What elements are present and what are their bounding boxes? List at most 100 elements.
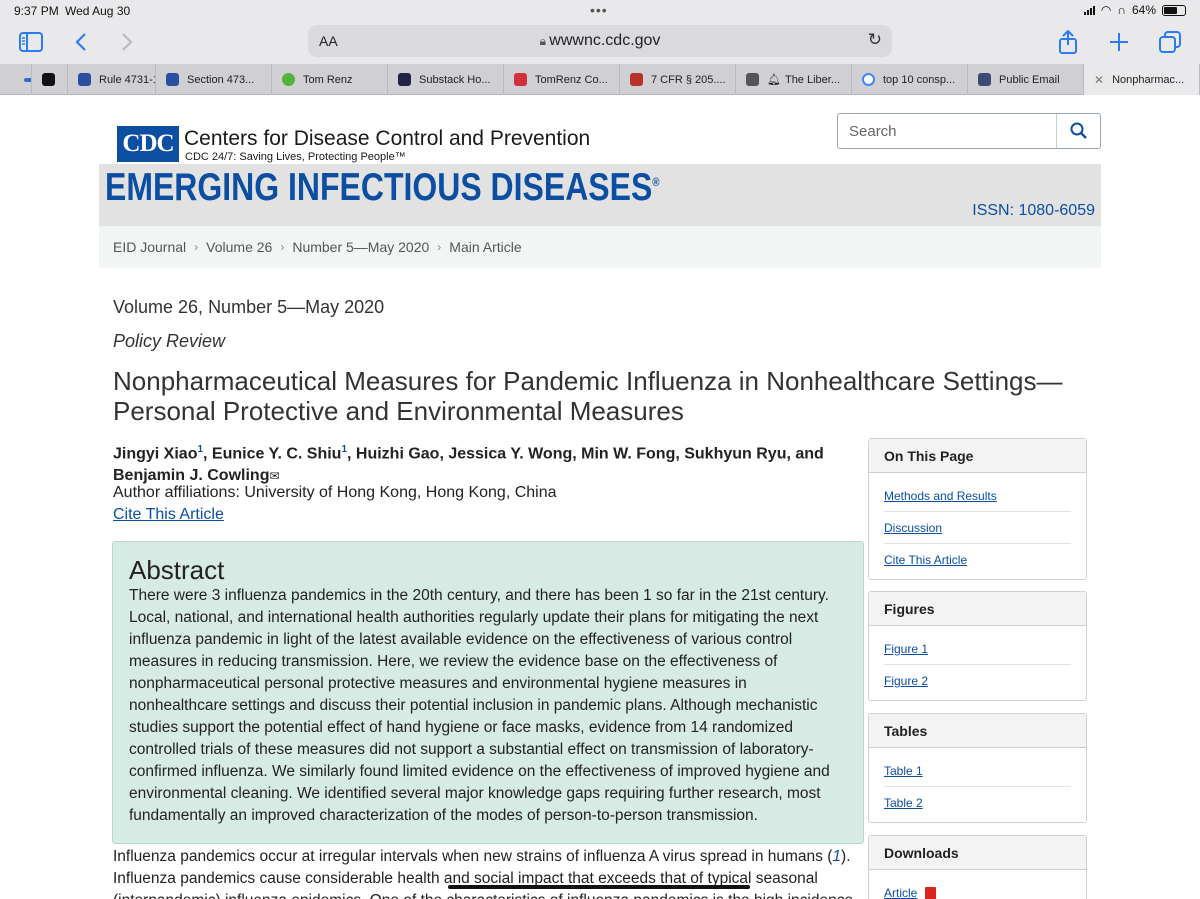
pdf-icon — [925, 886, 937, 899]
forward-icon[interactable] — [112, 28, 142, 56]
tab-favicon — [78, 73, 91, 86]
chevron-right-icon: › — [194, 240, 199, 254]
cdc-name: Centers for Disease Control and Preventi… — [184, 127, 591, 150]
wifi-icon: ◠ — [1100, 3, 1112, 17]
link-figure-1[interactable]: Figure 1 — [884, 633, 1071, 665]
battery-icon — [1162, 4, 1186, 16]
tabs-overview-icon[interactable] — [1155, 28, 1185, 56]
abstract-box: Abstract There were 3 influenza pandemic… — [112, 541, 864, 844]
address-bar[interactable]: AA 🔒︎ wwwnc.cdc.gov ↻ — [308, 25, 892, 57]
browser-toolbar: AA 🔒︎ wwwnc.cdc.gov ↻ — [0, 22, 1200, 64]
tab-label: Section 473... — [187, 73, 255, 86]
search-input[interactable]: Search — [837, 113, 1101, 149]
cdc-logo[interactable]: CDC — [117, 126, 179, 162]
search-placeholder: Search — [849, 123, 897, 140]
author-affiliations: Author affiliations: University of Hong … — [113, 484, 557, 501]
panel-title: On This Page — [869, 439, 1086, 473]
tab-public-email[interactable]: Public Email — [968, 64, 1084, 95]
abstract-text: There were 3 influenza pandemics in the … — [129, 587, 830, 824]
breadcrumb-main-article: Main Article — [449, 239, 522, 255]
tab-tom-renz[interactable]: Tom Renz — [272, 64, 388, 95]
volume-label: Volume 26, Number 5—May 2020 — [113, 297, 385, 317]
figures-panel: Figures Figure 1 Figure 2 — [868, 591, 1087, 701]
downloads-panel: Downloads Article — [868, 835, 1087, 899]
email-icon[interactable]: ✉ — [269, 469, 279, 483]
tab-rule[interactable]: Rule 4731-1... — [68, 64, 156, 95]
tab-tomrenz-co[interactable]: TomRenz Co... — [504, 64, 620, 95]
back-icon[interactable] — [66, 28, 96, 56]
battery-percent: 64% — [1131, 3, 1156, 17]
status-bar: 9:37 PM Wed Aug 30 ••• ◠ ∩ 64% — [0, 0, 1200, 22]
on-this-page-panel: On This Page Methods and Results Discuss… — [868, 438, 1087, 580]
tab-favicon — [862, 73, 875, 86]
tab-section[interactable]: Section 473... — [156, 64, 272, 95]
tab-strip: Rule 4731-1... Section 473... Tom Renz S… — [0, 64, 1200, 95]
tab-0[interactable] — [0, 64, 32, 95]
cite-this-article-link[interactable]: Cite This Article — [113, 506, 224, 524]
url-text: wwwnc.cdc.gov — [549, 32, 661, 49]
bell-icon: 🔔︎ — [767, 74, 781, 86]
breadcrumb-volume[interactable]: Volume 26 — [206, 239, 272, 255]
multitask-dots-icon[interactable]: ••• — [590, 2, 608, 18]
tab-favicon — [514, 73, 527, 86]
status-time: 9:37 PM — [14, 4, 59, 18]
headphones-icon: ∩ — [1117, 3, 1126, 17]
article-title: Nonpharmaceutical Measures for Pandemic … — [113, 366, 1063, 426]
link-article-download[interactable]: Article — [884, 877, 1071, 899]
tab-1[interactable] — [32, 64, 68, 95]
reload-icon[interactable]: ↻ — [868, 30, 882, 50]
close-tab-icon[interactable]: ✕ — [1094, 73, 1104, 87]
tab-favicon — [978, 73, 991, 86]
tab-label: Public Email — [999, 73, 1060, 86]
link-table-2[interactable]: Table 2 — [884, 787, 1071, 819]
tab-google[interactable]: top 10 consp... — [852, 64, 968, 95]
link-figure-2[interactable]: Figure 2 — [884, 665, 1071, 697]
reference-link[interactable]: 1 — [832, 848, 841, 865]
tab-substack[interactable]: Substack Ho... — [388, 64, 504, 95]
abstract-heading: Abstract — [129, 555, 225, 585]
tab-nonpharmaceutical[interactable]: ✕ Nonpharmac... — [1084, 64, 1200, 95]
tab-label: Nonpharmac... — [1112, 73, 1185, 86]
tab-favicon — [746, 73, 759, 86]
author-list: Jingyi Xiao1, Eunice Y. C. Shiu1, Huizhi… — [113, 444, 824, 485]
panel-title: Downloads — [869, 836, 1086, 870]
panel-title: Tables — [869, 714, 1086, 748]
search-icon[interactable] — [1056, 114, 1100, 148]
tab-liberty[interactable]: 🔔︎ The Liber... — [736, 64, 852, 95]
link-table-1[interactable]: Table 1 — [884, 755, 1071, 787]
tab-label: top 10 consp... — [883, 73, 956, 86]
link-cite-this-article[interactable]: Cite This Article — [884, 544, 1071, 576]
breadcrumb-eid-journal[interactable]: EID Journal — [113, 239, 186, 255]
tab-favicon — [24, 77, 31, 82]
cdc-header: CDC Centers for Disease Control and Prev… — [0, 96, 1200, 164]
link-discussion[interactable]: Discussion — [884, 512, 1071, 544]
new-tab-icon[interactable] — [1104, 28, 1134, 56]
link-methods-and-results[interactable]: Methods and Results — [884, 480, 1071, 512]
chevron-right-icon: › — [280, 240, 285, 254]
tab-label: TomRenz Co... — [535, 73, 608, 86]
tab-favicon — [630, 73, 643, 86]
tab-label: Rule 4731-1... — [99, 73, 155, 86]
lock-icon: 🔒︎ — [539, 34, 550, 48]
article-type: Policy Review — [113, 331, 226, 351]
download-label: Article — [884, 886, 918, 899]
journal-banner: EMERGING INFECTIOUS DISEASES® ISSN: 1080… — [99, 164, 1101, 226]
tab-label: Substack Ho... — [419, 73, 491, 86]
journal-title[interactable]: EMERGING INFECTIOUS DISEASES® — [105, 166, 660, 210]
share-icon[interactable] — [1053, 28, 1083, 56]
affiliation-ref[interactable]: 1 — [197, 444, 203, 455]
tab-favicon — [42, 73, 55, 86]
tab-label: 7 CFR § 205.... — [651, 73, 726, 86]
tab-label: Tom Renz — [303, 73, 353, 86]
cellular-signal-icon — [1083, 5, 1095, 15]
handwritten-underline — [448, 885, 750, 889]
tab-label: The Liber... — [784, 73, 841, 86]
issn: ISSN: 1080-6059 — [972, 202, 1095, 219]
tables-panel: Tables Table 1 Table 2 — [868, 713, 1087, 823]
sidebar-toggle-icon[interactable] — [16, 28, 46, 56]
chevron-right-icon: › — [437, 240, 442, 254]
tab-cfr[interactable]: 7 CFR § 205.... — [620, 64, 736, 95]
tab-favicon — [282, 73, 295, 86]
breadcrumb-number[interactable]: Number 5—May 2020 — [292, 239, 429, 255]
tab-favicon — [166, 73, 179, 86]
